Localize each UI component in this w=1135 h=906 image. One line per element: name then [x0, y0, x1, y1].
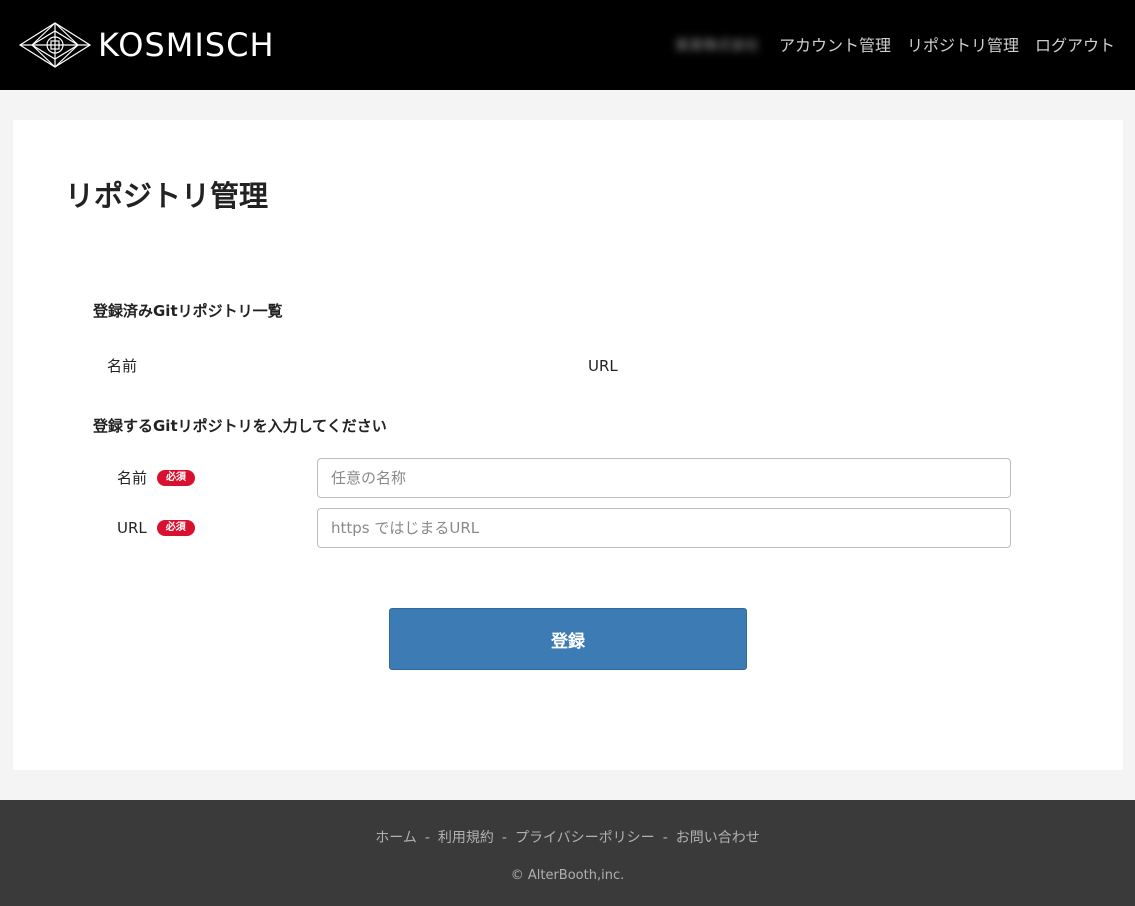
required-badge: 必須 [156, 520, 195, 536]
required-badge: 必須 [157, 470, 196, 486]
url-field-label: URL 必須 [117, 517, 195, 539]
url-label-text: URL [117, 519, 147, 537]
repository-url-input[interactable] [317, 508, 1011, 548]
column-header-url: URL [588, 357, 618, 375]
repository-name-input[interactable] [317, 458, 1011, 498]
nav-repository-management[interactable]: リポジトリ管理 [907, 34, 1019, 58]
footer-links: ホーム - 利用規約 - プライバシーポリシー - お問い合わせ [0, 828, 1135, 848]
register-form-title: 登録するGitリポジトリを入力してください [93, 417, 387, 435]
name-label-text: 名前 [117, 469, 148, 487]
footer-link-home[interactable]: ホーム [375, 830, 417, 846]
copyright: © AlterBooth,inc. [510, 868, 625, 883]
name-field-label: 名前 必須 [117, 467, 196, 489]
footer-link-contact[interactable]: お問い合わせ [676, 830, 760, 846]
site-footer: ホーム - 利用規約 - プライバシーポリシー - お問い合わせ © AlterBooth,… [0, 800, 1135, 906]
logo-text: KOSMISCH [98, 26, 275, 64]
main-card: リポジトリ管理 登録済みGitリポジトリ一覧 名前 URL 登録するGitリポジ… [13, 120, 1123, 770]
logo-mark-icon [18, 22, 92, 68]
footer-separator: - [501, 830, 507, 846]
footer-separator: - [662, 830, 668, 846]
footer-link-privacy[interactable]: プライバシーポリシー [515, 830, 655, 846]
main-nav: 某某株式会社 アカウント管理 リポジトリ管理 ログアウト [675, 34, 1115, 58]
footer-link-terms[interactable]: 利用規約 [438, 830, 494, 846]
footer-separator: - [424, 830, 430, 846]
nav-account-management[interactable]: アカウント管理 [779, 34, 891, 58]
logo[interactable]: KOSMISCH [18, 20, 275, 70]
register-button[interactable]: 登録 [389, 608, 747, 670]
nav-logout[interactable]: ログアウト [1035, 34, 1115, 58]
site-header: KOSMISCH 某某株式会社 アカウント管理 リポジトリ管理 ログアウト [0, 0, 1135, 90]
nav-user-name[interactable]: 某某株式会社 [675, 34, 759, 58]
page-title: リポジトリ管理 [65, 179, 269, 213]
registered-repositories-title: 登録済みGitリポジトリ一覧 [93, 302, 283, 320]
column-header-name: 名前 [107, 357, 138, 375]
